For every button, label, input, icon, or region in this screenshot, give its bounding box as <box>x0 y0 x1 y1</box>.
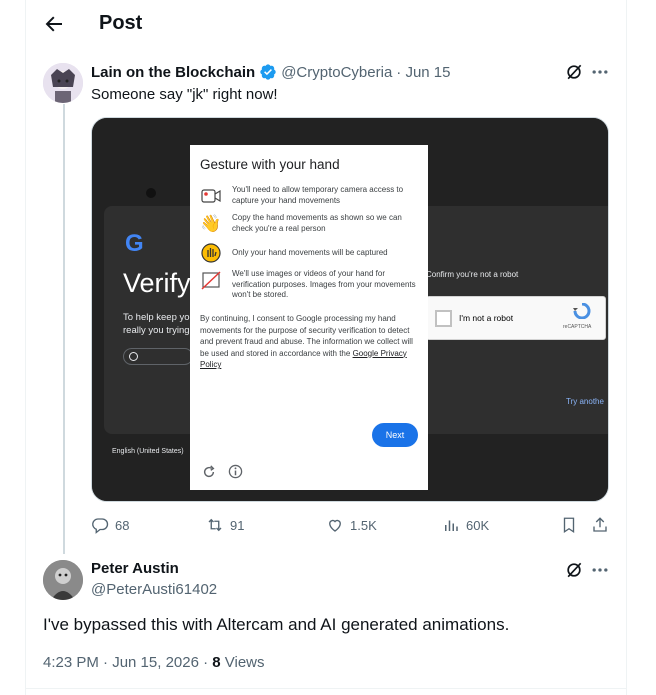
share-icon[interactable] <box>591 516 609 539</box>
divider <box>26 688 626 689</box>
recaptcha-label: I'm not a robot <box>459 313 514 323</box>
tweet-text: Someone say "jk" right now! <box>91 86 278 103</box>
reply-views-label: Views <box>220 654 265 671</box>
retweet-icon <box>208 518 222 532</box>
recaptcha-box: I'm not a robot reCAPTCHA <box>426 296 606 340</box>
author-handle[interactable]: @CryptoCyberia <box>281 64 392 81</box>
verify-heading: Verify <box>123 268 191 298</box>
author-avatar[interactable] <box>43 63 83 103</box>
like-action[interactable]: 1.5K <box>326 516 377 534</box>
google-g-logo-icon: G <box>125 230 144 257</box>
account-chip <box>123 348 193 365</box>
reply-grok-icon[interactable] <box>564 560 584 585</box>
retweet-action[interactable]: 91 <box>206 516 244 534</box>
gesture-dialog: Gesture with your hand You'll need to al… <box>190 145 428 490</box>
dialog-title: Gesture with your hand <box>200 157 340 172</box>
reply-icon <box>92 518 109 534</box>
language-selector: English (United States) <box>112 448 184 455</box>
more-options-icon[interactable] <box>590 62 610 87</box>
reply-meta: 4:23 PM · Jun 15, 2026 · 8 Views <box>43 654 265 671</box>
next-button: Next <box>372 423 418 447</box>
dialog-row-hand: Only your hand movements will be capture… <box>200 242 420 264</box>
tweet-date[interactable]: · Jun 15 <box>396 64 450 81</box>
tweet-header: Lain on the Blockchain @CryptoCyberia · … <box>91 63 450 81</box>
confirm-robot-text: Confirm you're not a robot <box>426 270 519 279</box>
reply-views-count: 8 <box>212 654 221 671</box>
heart-icon <box>329 519 341 532</box>
reply-action[interactable]: 68 <box>91 516 129 534</box>
reply-text: I've bypassed this with Altercam and AI … <box>43 615 510 634</box>
reply-author-handle[interactable]: @PeterAusti61402 <box>91 581 217 598</box>
views-action[interactable]: 60K <box>442 516 489 534</box>
page-title: Post <box>99 12 143 34</box>
recaptcha-brand: reCAPTCHA <box>563 324 592 330</box>
dialog-row-camera: You'll need to allow temporary camera ac… <box>200 185 420 207</box>
try-another-link: Try anothe <box>566 397 604 406</box>
reply-author-name[interactable]: Peter Austin <box>91 560 179 577</box>
back-arrow-icon[interactable] <box>42 12 66 36</box>
tweet-media-image[interactable]: G Verify To help keep yo really you tryi… <box>91 117 609 502</box>
reply-timestamp[interactable]: 4:23 PM · Jun 15, 2026 · <box>43 654 212 671</box>
consent-text: By continuing, I consent to Google proce… <box>200 314 413 369</box>
waving-hand-icon: 👋 <box>200 214 222 233</box>
refresh-icon <box>202 465 216 484</box>
dialog-row-wave: 👋 Copy the hand movements as shown so we… <box>200 213 402 233</box>
verified-badge-icon <box>259 63 277 81</box>
reply-more-options-icon[interactable] <box>590 560 610 585</box>
thread-line <box>63 104 65 554</box>
dialog-row-storage: We'll use images or videos of your hand … <box>200 269 420 301</box>
raised-hand-icon <box>200 242 222 264</box>
analytics-icon <box>445 520 458 531</box>
recaptcha-checkbox <box>435 310 452 327</box>
reply-author-avatar[interactable] <box>43 560 83 600</box>
grok-icon[interactable] <box>564 62 584 87</box>
no-image-icon <box>200 269 222 291</box>
info-icon <box>228 464 243 484</box>
help-text: To help keep yo really you trying <box>123 312 190 336</box>
recaptcha-logo-icon <box>573 302 591 320</box>
bookmark-icon[interactable] <box>560 516 578 539</box>
camera-icon <box>200 185 222 207</box>
author-name[interactable]: Lain on the Blockchain <box>91 64 255 81</box>
